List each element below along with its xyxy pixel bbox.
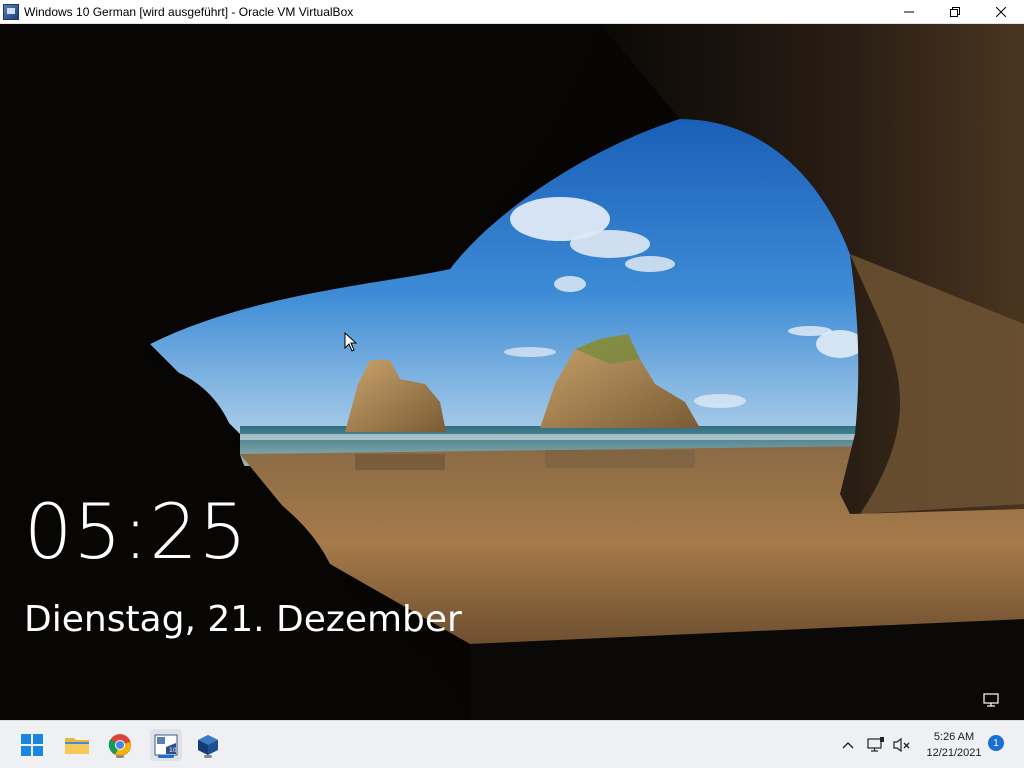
start-icon [21,734,43,756]
volume-muted-icon [893,737,910,753]
minimize-icon [904,11,914,13]
close-icon [996,7,1006,17]
window-title: Windows 10 German [wird ausgeführt] - Or… [24,4,354,19]
notification-count-badge[interactable]: 1 [988,735,1004,751]
running-indicator [204,755,212,758]
chevron-up-icon [842,742,854,749]
windows10-vm-button[interactable]: 10 [150,729,182,761]
running-indicator [116,755,124,758]
minimize-button[interactable] [886,0,932,24]
volume-button[interactable] [888,729,916,761]
taskbar-time: 5:26 AM [933,731,975,743]
virtualbox-icon [198,735,218,755]
active-indicator [158,755,174,758]
taskbar-clock[interactable]: 5:26 AM 12/21/2021 [918,729,990,761]
start-button[interactable] [16,729,48,761]
mouse-cursor-icon [344,332,358,352]
restore-button[interactable] [932,0,978,24]
windows10-vm-icon: 10 [154,734,178,756]
network-status-button[interactable] [862,729,890,761]
network-icon [867,737,884,752]
chrome-icon [108,734,131,756]
show-hidden-icons-button[interactable] [833,729,863,761]
close-button[interactable] [978,0,1024,24]
taskbar-date: 12/21/2021 [926,747,982,759]
file-explorer-button[interactable] [61,729,93,761]
file-explorer-icon [65,738,89,754]
window-titlebar[interactable]: Windows 10 German [wird ausgeführt] - Or… [0,0,1024,24]
vm-lock-screen[interactable]: 05:25 Dienstag, 21. Dezember [0,24,1024,720]
virtualbox-vm-icon [3,3,19,20]
lock-screen-date: Dienstag, 21. Dezember [24,599,462,640]
lock-screen-time: 05:25 [24,487,249,576]
restore-icon [950,7,960,17]
network-icon[interactable] [982,692,1002,708]
svg-text:10: 10 [169,747,177,754]
chrome-button[interactable] [104,729,136,761]
window-controls [886,0,1024,24]
virtualbox-button[interactable] [192,729,224,761]
taskbar: 10 5:26 AM 12/21/2021 [0,720,1024,768]
